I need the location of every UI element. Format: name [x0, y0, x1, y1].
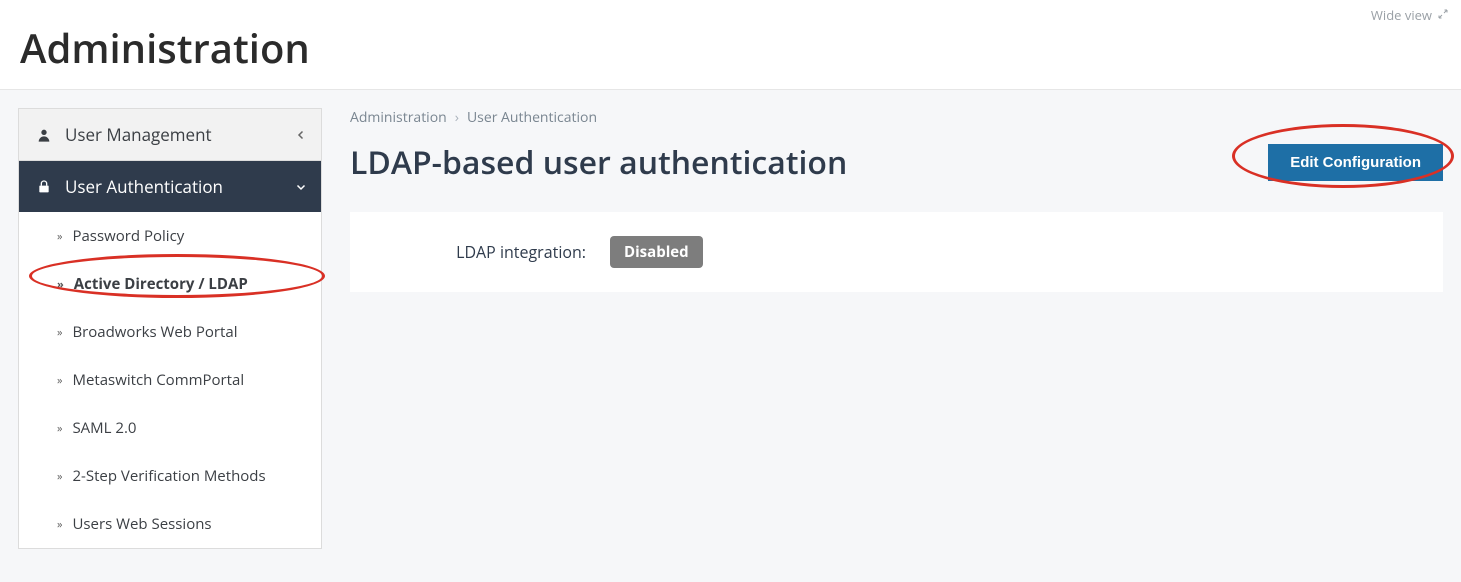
double-chevron-icon: » — [57, 229, 62, 244]
sidebar-item-broadworks[interactable]: » Broadworks Web Portal — [19, 308, 321, 356]
lock-icon — [35, 179, 53, 195]
double-chevron-icon: » — [57, 325, 62, 340]
sidebar-section-label: User Management — [65, 123, 212, 146]
wide-view-label: Wide view — [1371, 6, 1432, 24]
sidebar-item-password-policy[interactable]: » Password Policy — [19, 212, 321, 260]
main-content: Administration › User Authentication LDA… — [322, 90, 1461, 582]
double-chevron-icon: » — [57, 469, 62, 484]
sidebar-item-label: Active Directory / LDAP — [74, 274, 248, 294]
user-icon — [35, 127, 53, 143]
wide-view-toggle[interactable]: Wide view — [1371, 6, 1449, 24]
sidebar-section-user-authentication[interactable]: User Authentication — [19, 161, 321, 212]
double-chevron-icon: » — [57, 517, 62, 532]
breadcrumb-separator: › — [455, 108, 459, 127]
sidebar: User Management User Authentication » Pa… — [0, 90, 322, 582]
sidebar-item-label: Metaswitch CommPortal — [72, 370, 244, 390]
double-chevron-icon: » — [57, 373, 62, 388]
chevron-left-icon — [295, 123, 307, 146]
chevron-down-icon — [295, 175, 307, 198]
sidebar-item-active-directory-ldap[interactable]: » Active Directory / LDAP — [19, 260, 321, 308]
sidebar-item-saml[interactable]: » SAML 2.0 — [19, 404, 321, 452]
ldap-integration-label: LDAP integration: — [380, 241, 610, 263]
breadcrumb-item[interactable]: User Authentication — [467, 108, 597, 127]
status-badge: Disabled — [610, 236, 703, 268]
sidebar-item-web-sessions[interactable]: » Users Web Sessions — [19, 500, 321, 548]
sidebar-item-label: Users Web Sessions — [72, 514, 211, 534]
sidebar-item-metaswitch[interactable]: » Metaswitch CommPortal — [19, 356, 321, 404]
sidebar-item-label: 2-Step Verification Methods — [72, 466, 265, 486]
sidebar-item-2step[interactable]: » 2-Step Verification Methods — [19, 452, 321, 500]
page-title: Administration — [20, 20, 310, 75]
sidebar-item-label: Broadworks Web Portal — [72, 322, 237, 342]
sidebar-item-label: SAML 2.0 — [72, 418, 136, 438]
breadcrumb: Administration › User Authentication — [350, 108, 1443, 127]
edit-configuration-button[interactable]: Edit Configuration — [1268, 144, 1443, 181]
content-heading: LDAP-based user authentication — [350, 141, 847, 184]
expand-icon — [1437, 6, 1449, 24]
breadcrumb-item[interactable]: Administration — [350, 108, 447, 127]
double-chevron-icon: » — [57, 421, 62, 436]
sidebar-section-label: User Authentication — [65, 175, 223, 198]
settings-card: LDAP integration: Disabled — [350, 212, 1443, 292]
sidebar-item-label: Password Policy — [72, 226, 184, 246]
double-chevron-icon: » — [57, 277, 64, 292]
sidebar-section-user-management[interactable]: User Management — [19, 109, 321, 161]
